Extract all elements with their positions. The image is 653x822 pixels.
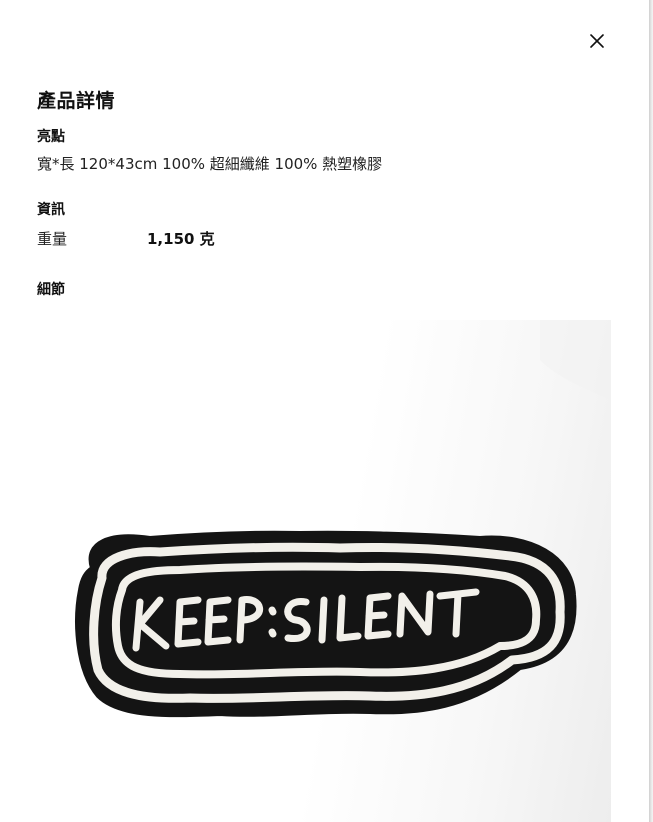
close-button[interactable] (584, 28, 610, 54)
weight-label: 重量 (37, 230, 68, 248)
page-title: 產品詳情 (37, 90, 116, 112)
weight-value: 1,150 克 (147, 230, 215, 248)
product-details-panel: 產品詳情 亮點 寬*長 120*43cm 100% 超細纖維 100% 熱塑橡膠… (0, 0, 649, 822)
close-icon (590, 34, 604, 48)
panel-edge (649, 0, 653, 822)
highlights-text: 寬*長 120*43cm 100% 超細纖維 100% 熱塑橡膠 (37, 155, 383, 173)
highlights-title: 亮點 (37, 129, 65, 145)
details-title: 細節 (37, 282, 65, 298)
info-title: 資訊 (37, 202, 65, 218)
product-image (0, 320, 611, 822)
